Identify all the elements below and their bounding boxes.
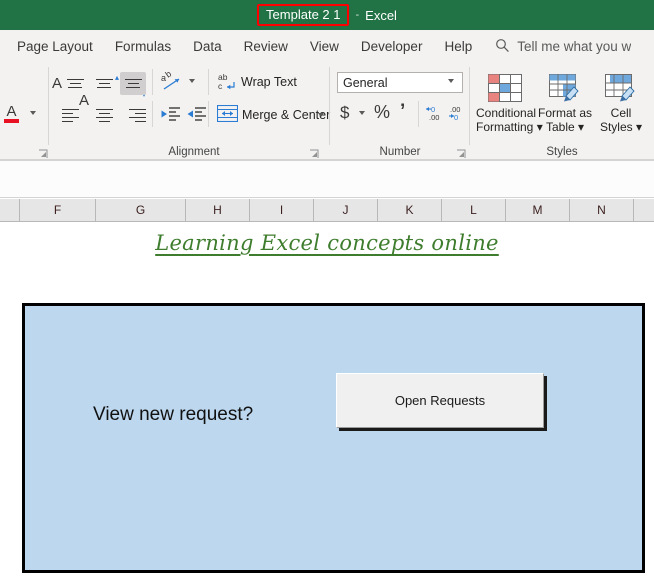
font-dialog-launcher[interactable] bbox=[38, 146, 48, 156]
chevron-down-icon[interactable] bbox=[448, 79, 454, 83]
tab-page-layout[interactable]: Page Layout bbox=[6, 30, 104, 63]
document-name-highlight: Template 2 1 bbox=[257, 4, 349, 26]
tab-data[interactable]: Data bbox=[182, 30, 233, 63]
svg-text:0: 0 bbox=[454, 113, 458, 122]
formula-bar[interactable] bbox=[0, 160, 654, 198]
tab-help[interactable]: Help bbox=[433, 30, 483, 63]
ribbon-group-alignment: a b ab c Wrap Text bbox=[58, 63, 330, 159]
conditional-formatting-icon bbox=[476, 70, 534, 106]
panel-question-label: View new request? bbox=[93, 404, 253, 426]
column-header-row: F G H I J K L M N bbox=[0, 199, 654, 222]
decrease-indent-button[interactable] bbox=[160, 104, 182, 124]
accounting-format-button[interactable]: $ bbox=[340, 103, 349, 123]
format-as-table-label-line1: Format as bbox=[538, 106, 592, 120]
orientation-button[interactable]: a b bbox=[161, 71, 185, 93]
ribbon-group-font: A▴ A▾ A bbox=[0, 63, 58, 159]
group-divider bbox=[208, 101, 209, 127]
column-header-f[interactable]: F bbox=[20, 199, 96, 221]
align-middle-button[interactable] bbox=[91, 72, 117, 95]
styles-group-label: Styles bbox=[470, 146, 654, 158]
svg-text:c: c bbox=[218, 81, 223, 91]
format-as-table-icon bbox=[536, 70, 594, 106]
ribbon-tab-strip: Page Layout Formulas Data Review View De… bbox=[0, 30, 654, 64]
accounting-dropdown-icon[interactable] bbox=[359, 111, 365, 115]
font-color-dropdown-icon[interactable] bbox=[30, 111, 36, 115]
title-text-group: Template 2 1 - Excel bbox=[257, 4, 397, 26]
conditional-formatting-button[interactable]: Conditional Formatting ▾ bbox=[476, 70, 534, 134]
column-header-n[interactable]: N bbox=[570, 199, 634, 221]
group-divider bbox=[152, 101, 153, 127]
increase-decimal-button[interactable]: 0 .00 bbox=[425, 103, 445, 123]
alignment-group-label: Alignment bbox=[58, 146, 330, 158]
number-format-value: General bbox=[343, 76, 387, 90]
orientation-dropdown-icon[interactable] bbox=[189, 79, 195, 83]
number-group-label: Number bbox=[330, 146, 470, 158]
conditional-formatting-label-line2: Formatting bbox=[476, 120, 533, 134]
group-divider bbox=[48, 67, 49, 145]
group-divider bbox=[208, 69, 209, 95]
tab-view[interactable]: View bbox=[299, 30, 350, 63]
wrap-text-label[interactable]: Wrap Text bbox=[241, 75, 297, 89]
app-name-label: Excel bbox=[365, 8, 397, 23]
increase-indent-button[interactable] bbox=[186, 104, 208, 124]
alignment-dialog-launcher[interactable] bbox=[309, 146, 319, 156]
comma-format-button[interactable]: ’ bbox=[400, 101, 405, 123]
merge-and-center-label[interactable]: Merge & Center bbox=[242, 108, 330, 122]
align-center-button[interactable] bbox=[91, 104, 117, 127]
tab-review[interactable]: Review bbox=[233, 30, 299, 63]
format-as-table-button[interactable]: Format as Table ▾ bbox=[536, 70, 594, 134]
tell-me-placeholder: Tell me what you w bbox=[517, 39, 631, 54]
font-color-swatch bbox=[4, 119, 19, 123]
group-divider bbox=[152, 69, 153, 95]
ribbon-group-styles: Conditional Formatting ▾ bbox=[470, 63, 654, 159]
cell-styles-label-line2: Styles bbox=[600, 120, 633, 134]
merge-and-center-dropdown-icon[interactable] bbox=[318, 113, 324, 117]
cell-styles-button[interactable]: Cell Styles ▾ bbox=[592, 70, 650, 134]
group-divider bbox=[418, 101, 419, 127]
cell-styles-icon bbox=[592, 70, 650, 106]
percent-format-button[interactable]: % bbox=[374, 102, 390, 123]
cell-styles-label-line1: Cell bbox=[611, 106, 632, 120]
tab-formulas[interactable]: Formulas bbox=[104, 30, 182, 63]
wrap-text-icon: ab c bbox=[218, 71, 238, 91]
align-bottom-button[interactable] bbox=[120, 72, 146, 95]
column-header-k[interactable]: K bbox=[378, 199, 442, 221]
conditional-formatting-label-line1: Conditional bbox=[476, 106, 536, 120]
title-bar: Template 2 1 - Excel bbox=[0, 0, 654, 30]
title-separator: - bbox=[355, 9, 359, 21]
align-left-button[interactable] bbox=[62, 104, 88, 127]
worksheet-area[interactable]: Learning Excel concepts online View new … bbox=[0, 222, 654, 588]
font-color-button[interactable]: A bbox=[4, 105, 19, 123]
search-icon bbox=[495, 38, 510, 56]
tell-me-search-box[interactable]: Tell me what you w bbox=[495, 38, 631, 56]
request-panel: View new request? Open Requests bbox=[22, 303, 645, 573]
column-header-l[interactable]: L bbox=[442, 199, 506, 221]
ribbon-body: A▴ A▾ A bbox=[0, 63, 654, 160]
select-all-corner[interactable] bbox=[0, 199, 20, 221]
decrease-decimal-button[interactable]: .00 0 bbox=[448, 103, 468, 123]
number-format-select[interactable]: General bbox=[337, 72, 463, 93]
column-header-i[interactable]: I bbox=[250, 199, 314, 221]
open-requests-button[interactable]: Open Requests bbox=[336, 373, 544, 428]
column-header-g[interactable]: G bbox=[96, 199, 186, 221]
page-title: Learning Excel concepts online bbox=[0, 231, 654, 255]
column-header-h[interactable]: H bbox=[186, 199, 250, 221]
align-top-button[interactable] bbox=[62, 72, 88, 95]
align-right-button[interactable] bbox=[120, 104, 146, 127]
number-dialog-launcher[interactable] bbox=[456, 146, 466, 156]
ribbon-group-number: General $ % ’ 0 .00 .00 bbox=[330, 63, 470, 159]
tab-developer[interactable]: Developer bbox=[350, 30, 434, 63]
column-header-m[interactable]: M bbox=[506, 199, 570, 221]
svg-text:.00: .00 bbox=[429, 113, 439, 122]
merge-and-center-icon bbox=[217, 105, 238, 122]
column-header-j[interactable]: J bbox=[314, 199, 378, 221]
format-as-table-label-line2: Table bbox=[546, 120, 575, 134]
